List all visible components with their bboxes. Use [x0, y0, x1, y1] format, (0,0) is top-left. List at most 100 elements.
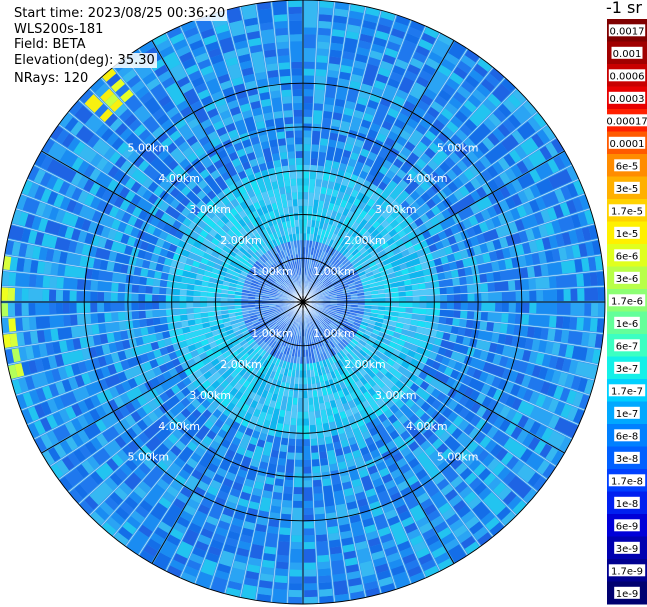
ray-gates — [7, 287, 16, 301]
ray-gates — [419, 302, 427, 308]
colorbar-tick-label: 1e-6 — [616, 319, 639, 330]
ray-gates — [590, 303, 599, 317]
ray-gates — [425, 315, 433, 322]
colorbar-tick-label: 1e-7 — [616, 409, 639, 420]
ray-gates — [76, 291, 84, 302]
ray-gates — [298, 205, 303, 213]
nrays-label: NRays: 120 — [12, 71, 91, 86]
ray-gates — [412, 302, 420, 308]
elevation-label: Elevation(deg): 35.30 — [12, 53, 157, 68]
ray-gates — [308, 404, 314, 412]
field-label: Field: BETA — [12, 37, 88, 52]
colorbar-tick-label: 0.0003 — [610, 94, 645, 105]
ray-gates — [293, 487, 303, 495]
range-ring-label: 4.00km — [406, 172, 448, 185]
ray-gates — [528, 278, 536, 290]
ray-gates — [310, 424, 317, 433]
ray-gates — [311, 151, 319, 159]
start-time-label: Start time: 2023/08/25 00:36:20 — [12, 6, 228, 21]
ray-gates — [303, 96, 313, 104]
ray-gates — [316, 424, 323, 432]
ray-gates — [241, 299, 249, 302]
range-ring-label: 3.00km — [189, 203, 231, 216]
ray-gates — [295, 144, 303, 152]
colorbar-tick-label: 6e-5 — [616, 161, 639, 172]
range-ring-label: 1.00km — [251, 327, 293, 340]
ray-gates — [213, 302, 221, 307]
ray-gates — [179, 289, 187, 296]
ray-gates — [1, 287, 9, 301]
colorbar-tick-label: 3e-5 — [616, 184, 639, 195]
range-ring-label: 5.00km — [128, 141, 170, 154]
colorbar-tick-label: 1.7e-5 — [611, 206, 643, 217]
colorbar-tick-label: 6e-7 — [616, 341, 639, 352]
colorbar-tick-label: 1e-5 — [616, 229, 639, 240]
colorbar-tick-label: 1.7e-6 — [611, 296, 643, 307]
range-ring-label: 2.00km — [220, 358, 262, 371]
colorbar-tick-label: 6e-9 — [616, 521, 639, 532]
colorbar-tick-label: 3e-7 — [616, 364, 639, 375]
ray-gates — [426, 302, 434, 309]
range-ring-label: 5.00km — [437, 141, 479, 154]
range-ring-label: 4.00km — [158, 172, 200, 185]
colorbar-tick-label: 0.0006 — [610, 71, 645, 82]
range-ring-label: 1.00km — [313, 265, 355, 278]
colorbar-tick-label: 6e-6 — [616, 251, 639, 262]
range-ring-label: 5.00km — [437, 451, 479, 464]
ray-gates — [35, 303, 50, 315]
ray-gates — [412, 296, 420, 302]
ray-gates — [425, 309, 434, 316]
ray-gates — [392, 302, 400, 307]
ray-gates — [303, 178, 309, 186]
colorbar-tick-label: 1.7e-9 — [611, 566, 643, 577]
ray-gates — [297, 411, 303, 419]
ray-gates — [297, 418, 303, 426]
range-ring-label: 3.00km — [375, 203, 417, 216]
ray-gates — [487, 312, 502, 322]
colorbar-tick-label: 3e-8 — [616, 454, 639, 465]
colorbar-tick-label: 1.7e-8 — [611, 476, 643, 487]
ray-gates — [481, 293, 489, 302]
ray-gates — [120, 264, 129, 274]
colorbar-tick-label: 1e-8 — [616, 499, 639, 510]
ray-gates — [200, 291, 208, 297]
ppi-plot: 1.00km 1.00km 1.00km 1.00km 2.00km 2.00km 2.00… — [0, 0, 606, 605]
colorbar-tick-label: 0.0001 — [610, 139, 645, 150]
colorbar-tick-label: 1.7e-7 — [611, 386, 643, 397]
colorbar: 0.0017 0.001 0.0006 0.0003 0.00017 0.0001 6e-5… — [607, 19, 647, 605]
range-ring-label: 2.00km — [220, 234, 262, 247]
colorbar-tick-label: 0.0017 — [610, 26, 645, 37]
ray-gates — [299, 370, 303, 378]
range-ring-label: 2.00km — [344, 234, 386, 247]
ray-gates — [310, 171, 317, 180]
ray-gates — [303, 192, 309, 200]
colorbar-tick-label: 3e-9 — [616, 544, 639, 555]
range-ring-label: 3.00km — [189, 389, 231, 402]
ray-gates — [392, 297, 400, 302]
colorbar-tick-label: 0.001 — [613, 49, 642, 60]
ray-gates — [1, 303, 9, 317]
ray-gates — [384, 306, 393, 311]
ray-gates — [57, 264, 66, 276]
device-label: WLS200s-181 — [12, 22, 106, 37]
ray-gates — [284, 179, 291, 187]
colorbar-tick-label: 0.00017 — [607, 116, 647, 127]
ray-gates — [303, 233, 307, 241]
colorbar-tick-label: 1e-9 — [616, 589, 639, 600]
ray-gates — [282, 500, 292, 508]
range-ring-label: 4.00km — [406, 420, 448, 433]
ray-gates — [180, 314, 188, 321]
range-ring-label: 1.00km — [251, 265, 293, 278]
ray-gates — [294, 383, 299, 392]
range-ring-label: 2.00km — [344, 358, 386, 371]
colorbar-tick-label: 3e-6 — [616, 274, 639, 285]
range-ring-label: 3.00km — [375, 389, 417, 402]
range-ring-label: 1.00km — [313, 327, 355, 340]
colorbar-tick-label: 6e-8 — [616, 431, 639, 442]
ray-gates — [316, 62, 328, 70]
ray-gates — [303, 425, 310, 440]
ray-gates — [398, 291, 406, 297]
ray-gates — [213, 306, 222, 311]
ray-gates — [303, 398, 309, 412]
ray-gates — [329, 56, 341, 65]
